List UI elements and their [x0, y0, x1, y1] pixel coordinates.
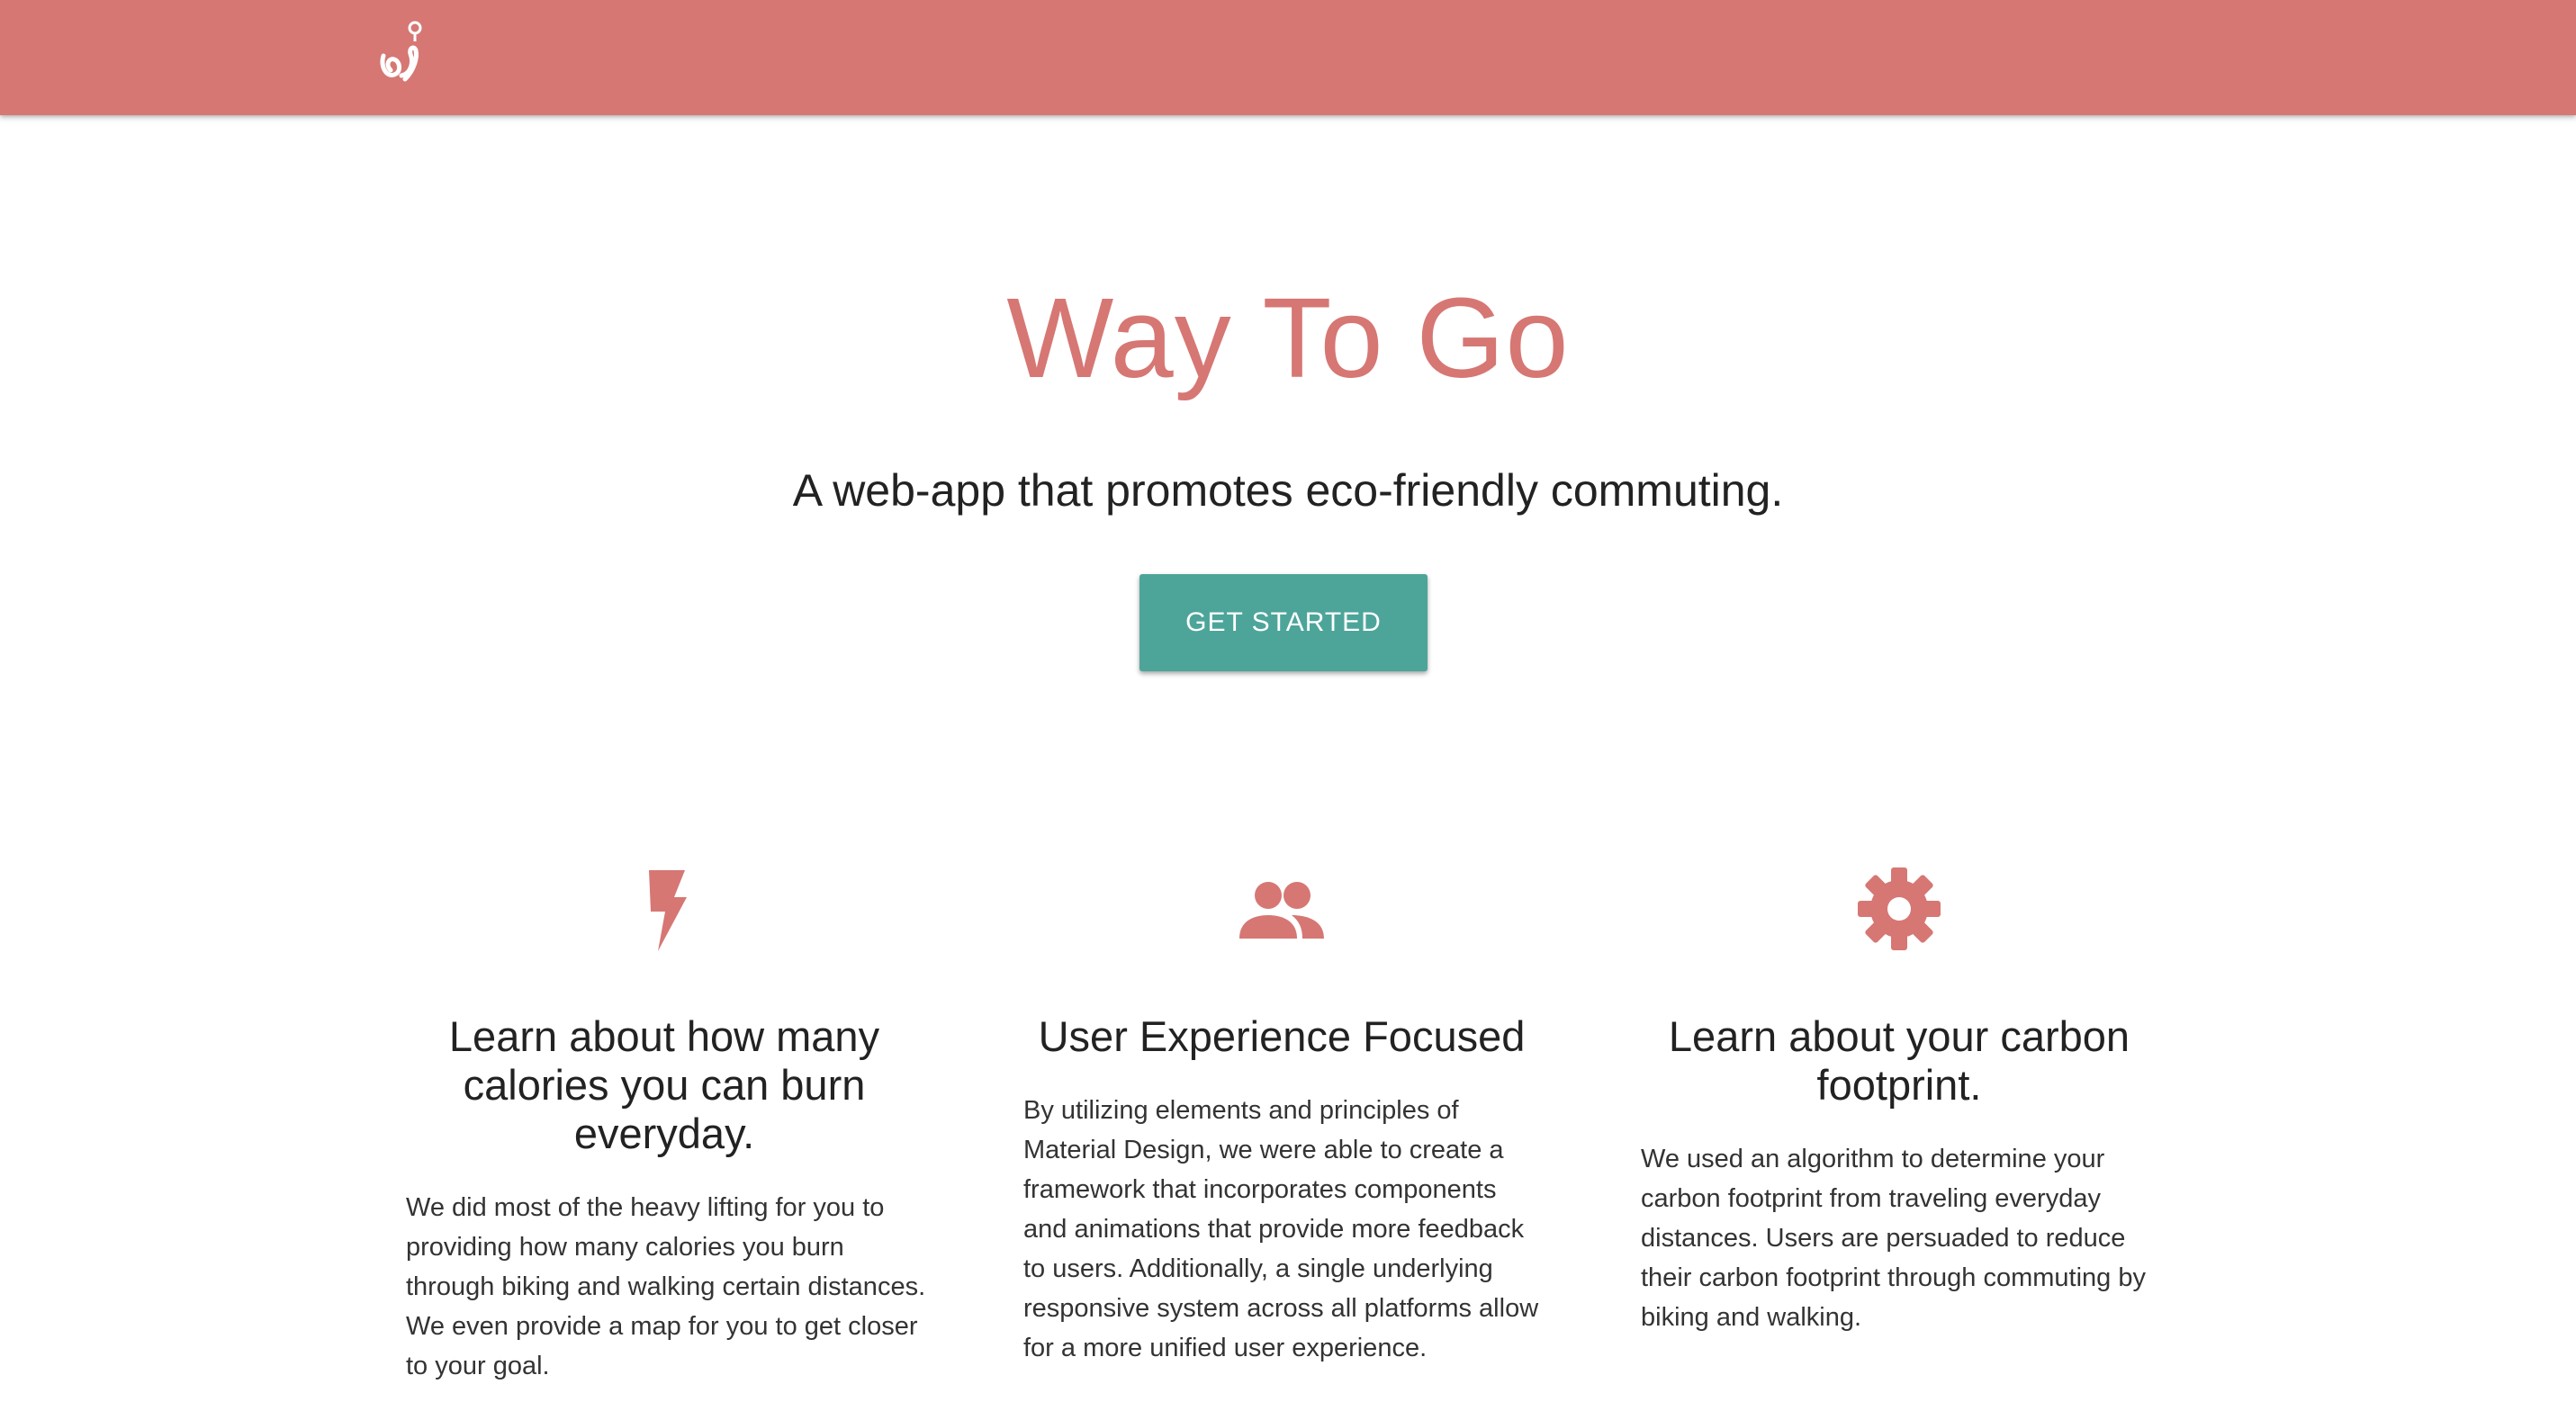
feature-title: Learn about your carbon footprint. [1668, 1012, 2130, 1109]
hero-subtitle: A web-app that promotes eco-friendly com… [792, 465, 1784, 516]
feature-calories: Learn about how many calories you can bu… [399, 859, 930, 1380]
feature-title: User Experience Focused [1038, 1012, 1526, 1060]
feature-body: We used an algorithm to determine your c… [1641, 1145, 2146, 1332]
feature-title: Learn about how many calories you can bu… [448, 1012, 880, 1157]
gear-icon [1858, 867, 1941, 950]
feature-user-experience: User Experience Focused By utilizing ele… [1016, 859, 1547, 1362]
group-icon [1239, 882, 1324, 939]
hero-title: Way To Go [1006, 274, 1570, 401]
feature-carbon-footprint: Learn about your carbon footprint. We us… [1634, 859, 2165, 1332]
feature-body: We did most of the heavy lifting for you… [406, 1193, 926, 1380]
feature-body: By utilizing elements and principles of … [1023, 1096, 1539, 1362]
top-navbar [0, 0, 2576, 115]
get-started-button[interactable]: GET STARTED [1139, 574, 1428, 671]
bolt-icon [649, 870, 687, 951]
way-to-go-logo-icon [380, 21, 422, 82]
